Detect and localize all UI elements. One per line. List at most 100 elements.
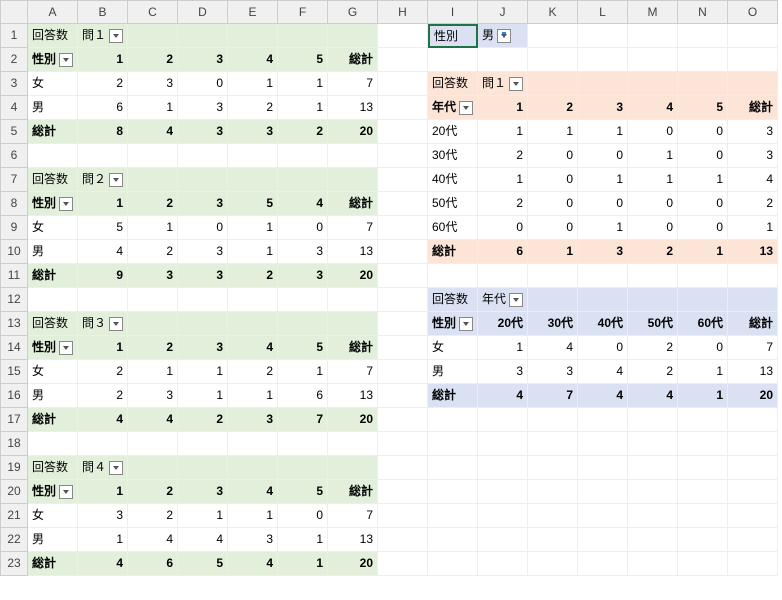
cell[interactable]: 1 <box>128 216 178 240</box>
cell[interactable]: 女 <box>28 504 78 528</box>
cell[interactable] <box>178 24 228 48</box>
cell[interactable]: 0 <box>628 216 678 240</box>
cell[interactable] <box>278 312 328 336</box>
cell[interactable]: 20 <box>328 408 378 432</box>
cell[interactable]: 60代 <box>678 312 728 336</box>
pivot-dropdown-icon[interactable] <box>59 197 73 211</box>
cell[interactable] <box>128 144 178 168</box>
cell[interactable]: 1 <box>528 120 578 144</box>
cell[interactable] <box>228 144 278 168</box>
cell[interactable]: 7 <box>328 72 378 96</box>
cell[interactable]: 4 <box>178 528 228 552</box>
cell[interactable] <box>378 96 428 120</box>
cell[interactable]: 3 <box>228 408 278 432</box>
cell[interactable] <box>578 72 628 96</box>
cell[interactable]: 0 <box>578 336 628 360</box>
cell[interactable]: 女 <box>428 336 478 360</box>
cell[interactable]: 4 <box>278 192 328 216</box>
cell[interactable]: 女 <box>28 360 78 384</box>
cell[interactable]: 総計 <box>728 312 778 336</box>
pivot-dropdown-icon[interactable] <box>459 101 473 115</box>
cell[interactable]: 2 <box>128 192 178 216</box>
cell[interactable] <box>578 24 628 48</box>
cell[interactable] <box>328 456 378 480</box>
cell[interactable] <box>378 24 428 48</box>
cell[interactable]: 0 <box>178 216 228 240</box>
cell[interactable]: 1 <box>178 384 228 408</box>
cell[interactable]: 総計 <box>428 384 478 408</box>
cell[interactable] <box>328 432 378 456</box>
cell[interactable]: 7 <box>328 360 378 384</box>
cell[interactable]: 1 <box>278 360 328 384</box>
cell[interactable] <box>578 552 628 576</box>
cell[interactable]: 2 <box>628 360 678 384</box>
cell[interactable]: 13 <box>328 240 378 264</box>
cell[interactable]: 1 <box>278 72 328 96</box>
cell[interactable]: 2 <box>128 240 178 264</box>
cell[interactable] <box>528 24 578 48</box>
cell[interactable] <box>728 264 778 288</box>
cell[interactable]: 0 <box>278 216 328 240</box>
cell[interactable]: 女 <box>28 72 78 96</box>
cell[interactable] <box>378 168 428 192</box>
cell[interactable] <box>728 48 778 72</box>
row-header[interactable]: 8 <box>0 192 28 216</box>
cell[interactable]: 性別 <box>28 192 78 216</box>
cell[interactable] <box>628 504 678 528</box>
cell[interactable]: 20 <box>328 120 378 144</box>
cell[interactable]: 20代 <box>428 120 478 144</box>
row-header[interactable]: 18 <box>0 432 28 456</box>
cell[interactable]: 総計 <box>428 240 478 264</box>
cell[interactable] <box>428 456 478 480</box>
cell[interactable]: 3 <box>178 480 228 504</box>
cell[interactable] <box>728 432 778 456</box>
cell[interactable]: 3 <box>128 72 178 96</box>
row-header[interactable]: 16 <box>0 384 28 408</box>
cell[interactable]: 3 <box>78 504 128 528</box>
cell[interactable]: 1 <box>228 240 278 264</box>
cell[interactable]: 1 <box>478 168 528 192</box>
cell[interactable] <box>678 552 728 576</box>
cell[interactable] <box>728 480 778 504</box>
cell[interactable]: 2 <box>228 360 278 384</box>
cell[interactable]: 6 <box>478 240 528 264</box>
cell[interactable] <box>728 528 778 552</box>
cell[interactable] <box>428 504 478 528</box>
cell[interactable]: 2 <box>228 96 278 120</box>
cell[interactable] <box>378 144 428 168</box>
cell[interactable]: 1 <box>278 552 328 576</box>
cell[interactable]: 総計 <box>328 48 378 72</box>
cell[interactable]: 性別 <box>428 312 478 336</box>
cell[interactable]: 性別 <box>28 336 78 360</box>
cell[interactable]: 1 <box>178 504 228 528</box>
cell[interactable] <box>478 528 528 552</box>
cell[interactable]: 60代 <box>428 216 478 240</box>
cell[interactable]: 0 <box>278 504 328 528</box>
cell[interactable] <box>478 480 528 504</box>
cell[interactable]: 1 <box>178 360 228 384</box>
cell[interactable]: 4 <box>228 552 278 576</box>
cell[interactable]: 1 <box>478 336 528 360</box>
cell[interactable] <box>478 432 528 456</box>
cell[interactable] <box>628 288 678 312</box>
cell[interactable] <box>378 264 428 288</box>
cell[interactable] <box>278 456 328 480</box>
cell[interactable]: 5 <box>228 192 278 216</box>
cell[interactable] <box>478 48 528 72</box>
cell[interactable] <box>128 168 178 192</box>
cell[interactable] <box>378 216 428 240</box>
cell[interactable]: 2 <box>528 96 578 120</box>
cell[interactable]: 1 <box>78 48 128 72</box>
cell[interactable]: 男 <box>28 384 78 408</box>
cell[interactable]: 0 <box>528 216 578 240</box>
cell[interactable] <box>128 288 178 312</box>
cell[interactable] <box>528 552 578 576</box>
cell[interactable]: 3 <box>178 336 228 360</box>
cell[interactable] <box>578 528 628 552</box>
cell[interactable]: 3 <box>228 120 278 144</box>
cell[interactable]: 1 <box>578 168 628 192</box>
cell[interactable]: 4 <box>78 408 128 432</box>
cell[interactable]: 13 <box>728 240 778 264</box>
cell[interactable] <box>478 552 528 576</box>
row-header[interactable]: 20 <box>0 480 28 504</box>
